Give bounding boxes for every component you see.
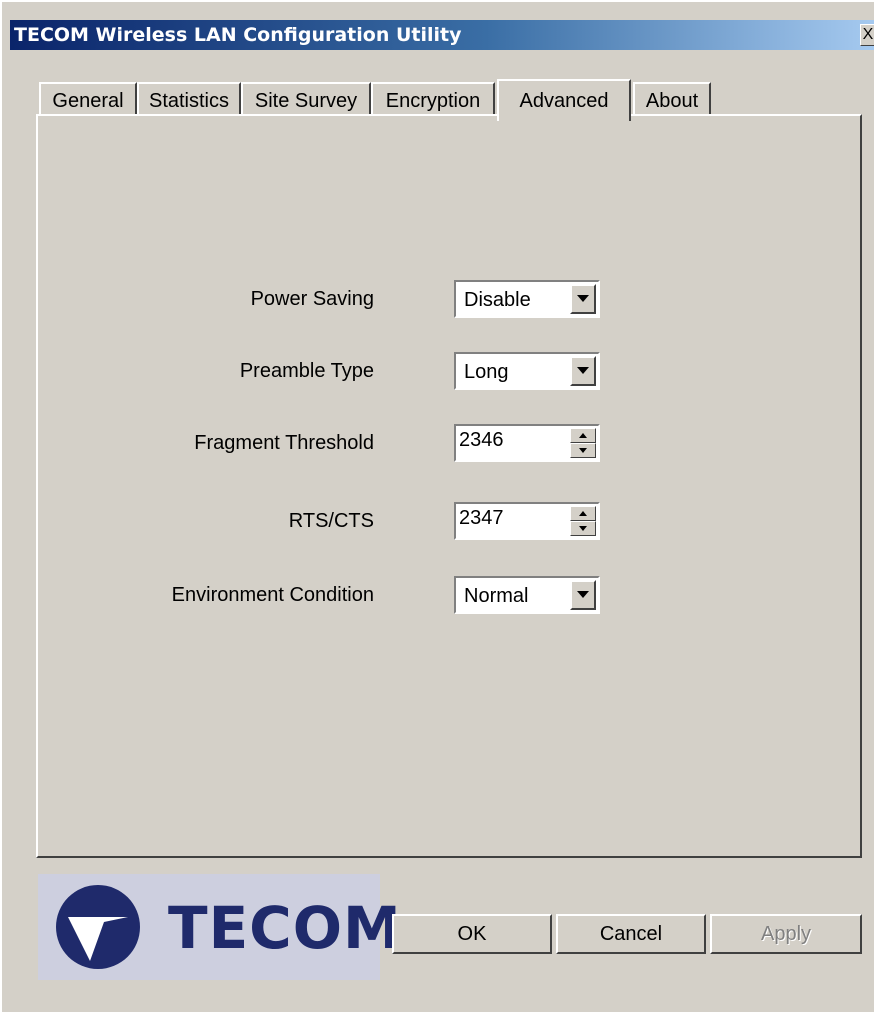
preamble-type-select[interactable]: Long: [454, 352, 600, 390]
environment-condition-label: Environment Condition: [171, 584, 374, 606]
fragment-threshold-stepper[interactable]: 2346: [454, 424, 600, 462]
ok-button[interactable]: OK: [392, 914, 552, 954]
dialog-window: TECOM Wireless LAN Configuration Utility…: [0, 0, 874, 1012]
tab-general[interactable]: General: [39, 82, 137, 118]
fragment-threshold-down-button[interactable]: [570, 443, 596, 458]
cancel-button[interactable]: Cancel: [556, 914, 706, 954]
arrow-up-icon: [579, 511, 587, 516]
environment-condition-select[interactable]: Normal: [454, 576, 600, 614]
arrow-down-icon: [579, 526, 587, 531]
environment-condition-dropdown-button[interactable]: [570, 580, 596, 610]
tab-encryption[interactable]: Encryption: [371, 82, 495, 118]
environment-condition-value: Normal: [464, 585, 529, 607]
preamble-type-dropdown-button[interactable]: [570, 356, 596, 386]
chevron-down-icon: [577, 367, 589, 374]
fragment-threshold-value: 2346: [459, 429, 504, 451]
power-saving-select[interactable]: Disable: [454, 280, 600, 318]
rts-cts-label: RTS/CTS: [288, 510, 374, 532]
chevron-down-icon: [577, 591, 589, 598]
fragment-threshold-up-button[interactable]: [570, 428, 596, 443]
window-title: TECOM Wireless LAN Configuration Utility: [14, 24, 462, 46]
preamble-type-label: Preamble Type: [239, 360, 374, 382]
tab-statistics[interactable]: Statistics: [137, 82, 241, 118]
fragment-threshold-spin-buttons: [570, 428, 596, 458]
preamble-type-value: Long: [464, 361, 509, 383]
tecom-logo: TECOM: [38, 874, 401, 980]
title-bar[interactable]: TECOM Wireless LAN Configuration Utility…: [10, 20, 874, 50]
arrow-up-icon: [579, 433, 587, 438]
chevron-down-icon: [577, 295, 589, 302]
close-button[interactable]: X: [860, 24, 874, 46]
power-saving-label: Power Saving: [250, 288, 374, 310]
tecom-logo-icon: [56, 885, 140, 969]
rts-cts-value: 2347: [459, 507, 504, 529]
arrow-down-icon: [579, 448, 587, 453]
rts-cts-spin-buttons: [570, 506, 596, 536]
rts-cts-up-button[interactable]: [570, 506, 596, 521]
close-icon: X: [862, 26, 874, 43]
advanced-panel: Power Saving Disable Preamble Type Long …: [36, 114, 862, 858]
tab-strip: General Statistics Site Survey Encryptio…: [39, 74, 739, 121]
rts-cts-stepper[interactable]: 2347: [454, 502, 600, 540]
logo-wordmark: TECOM: [168, 894, 402, 962]
tab-about[interactable]: About: [633, 82, 711, 118]
fragment-threshold-label: Fragment Threshold: [194, 432, 374, 454]
power-saving-value: Disable: [464, 289, 531, 311]
tab-advanced[interactable]: Advanced: [497, 79, 631, 121]
rts-cts-down-button[interactable]: [570, 521, 596, 536]
power-saving-dropdown-button[interactable]: [570, 284, 596, 314]
apply-button[interactable]: Apply: [710, 914, 862, 954]
tab-site-survey[interactable]: Site Survey: [241, 82, 371, 118]
